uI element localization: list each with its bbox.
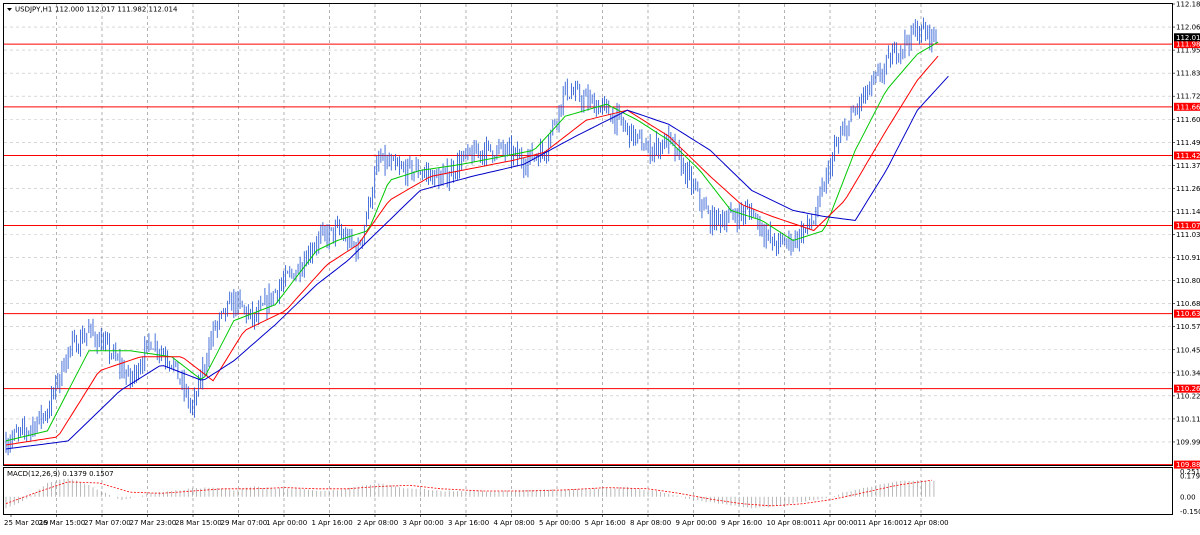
time-label: 10 Apr 08:00: [767, 519, 813, 527]
price-tick-label: 110.340: [1176, 369, 1200, 377]
time-label: 11 Apr 00:00: [812, 519, 858, 527]
time-label: 4 Apr 08:00: [494, 519, 535, 527]
time-label: 27 Mar 23:00: [130, 519, 177, 527]
price-tick-label: 112.180: [1176, 1, 1200, 9]
level-tag-label: 111.980: [1176, 41, 1200, 49]
level-tag-label: 111.667: [1176, 103, 1200, 111]
price-tick-label: 111.720: [1176, 93, 1200, 101]
price-tick-label: 110.800: [1176, 277, 1200, 285]
price-tick-label: 111.835: [1176, 70, 1200, 78]
time-label: 1 Apr 00:00: [266, 519, 307, 527]
price-tick-label: 110.685: [1176, 300, 1200, 308]
time-label: 11 Apr 16:00: [858, 519, 904, 527]
level-tag-label: 110.635: [1176, 310, 1200, 318]
time-label: 8 Apr 08:00: [630, 519, 671, 527]
time-label: 5 Apr 00:00: [539, 519, 580, 527]
price-tick-label: 110.225: [1176, 392, 1200, 400]
price-chart[interactable]: 112.180112.065111.950111.835111.720111.6…: [0, 0, 1200, 531]
macd-title: MACD(12,26,9) 0.1379 0.1507: [7, 470, 114, 478]
ohlc-readout: 112.000 112.017 111.982 112.014: [55, 6, 178, 14]
price-tick-label: 109.995: [1176, 438, 1200, 446]
time-label: 9 Apr 00:00: [676, 519, 717, 527]
level-tag-label: 110.261: [1176, 385, 1200, 393]
macd-tick-label: -0.1504: [1180, 508, 1200, 516]
macd-tick-label: 0.1792: [1180, 473, 1200, 481]
price-tick-label: 111.145: [1176, 208, 1200, 216]
current-price-label: 112.014: [1176, 34, 1200, 42]
time-label: 29 Mar 07:00: [221, 519, 268, 527]
macd-tick-label: 0.00: [1180, 493, 1196, 501]
price-tick-label: 111.490: [1176, 139, 1200, 147]
time-label: 9 Apr 16:00: [721, 519, 762, 527]
price-tick-label: 111.605: [1176, 116, 1200, 124]
symbol-title: USDJPY,H1: [15, 6, 52, 14]
time-label: 1 Apr 16:00: [312, 519, 353, 527]
price-tick-label: 110.570: [1176, 323, 1200, 331]
time-label: 5 Apr 16:00: [585, 519, 626, 527]
price-tick-label: 111.030: [1176, 231, 1200, 239]
time-label: 26 Mar 15:00: [39, 519, 86, 527]
time-label: 28 Mar 15:00: [175, 519, 222, 527]
time-label: 27 Mar 07:00: [84, 519, 131, 527]
chart-window[interactable]: 112.180112.065111.950111.835111.720111.6…: [0, 0, 1200, 531]
price-tick-label: 111.375: [1176, 162, 1200, 170]
price-tick-label: 110.455: [1176, 346, 1200, 354]
level-tag-label: 111.075: [1176, 222, 1200, 230]
time-label: 2 Apr 08:00: [357, 519, 398, 527]
price-tick-label: 110.915: [1176, 254, 1200, 262]
price-tick-label: 111.260: [1176, 185, 1200, 193]
time-label: 12 Apr 08:00: [903, 519, 949, 527]
time-label: 3 Apr 00:00: [403, 519, 444, 527]
price-tick-label: 112.065: [1176, 24, 1200, 32]
time-label: 3 Apr 16:00: [448, 519, 489, 527]
level-tag-label: 111.424: [1176, 152, 1200, 160]
price-tick-label: 110.110: [1176, 415, 1200, 423]
